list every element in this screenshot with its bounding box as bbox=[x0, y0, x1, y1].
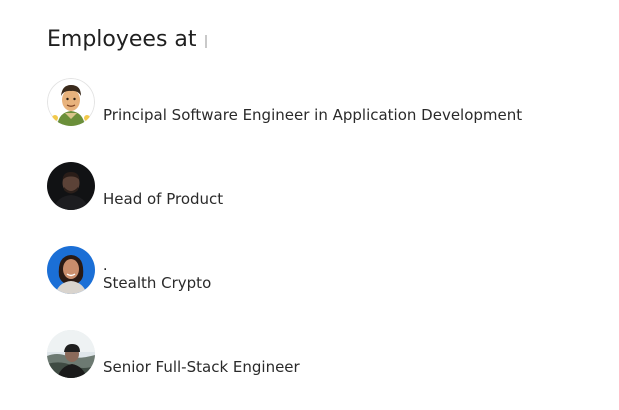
avatar[interactable] bbox=[47, 246, 95, 294]
employees-section: Employees at Principal Software Engineer… bbox=[47, 20, 607, 378]
avatar[interactable] bbox=[47, 330, 95, 378]
cartoon-avatar-icon bbox=[47, 78, 95, 126]
employee-title: Senior Full-Stack Engineer bbox=[103, 358, 300, 376]
employee-card[interactable]: Principal Software Engineer in Applicati… bbox=[47, 78, 607, 138]
person-photo bbox=[47, 246, 95, 294]
employee-name[interactable]: . bbox=[103, 258, 107, 274]
person-photo bbox=[47, 330, 95, 378]
section-heading: Employees at bbox=[47, 20, 607, 60]
person-photo bbox=[47, 162, 95, 210]
employee-title: Principal Software Engineer in Applicati… bbox=[103, 106, 523, 124]
section-heading-text: Employees at bbox=[47, 27, 197, 52]
employee-card[interactable]: Senior Full-Stack Engineer bbox=[47, 330, 607, 390]
avatar[interactable] bbox=[47, 78, 95, 126]
employee-card[interactable]: . Stealth Crypto bbox=[47, 246, 607, 306]
employee-title: Head of Product bbox=[103, 190, 224, 208]
employee-card[interactable]: Head of Product bbox=[47, 162, 607, 222]
avatar[interactable] bbox=[47, 162, 95, 210]
company-logo-placeholder[interactable] bbox=[204, 35, 207, 48]
employee-title: Stealth Crypto bbox=[103, 274, 212, 292]
